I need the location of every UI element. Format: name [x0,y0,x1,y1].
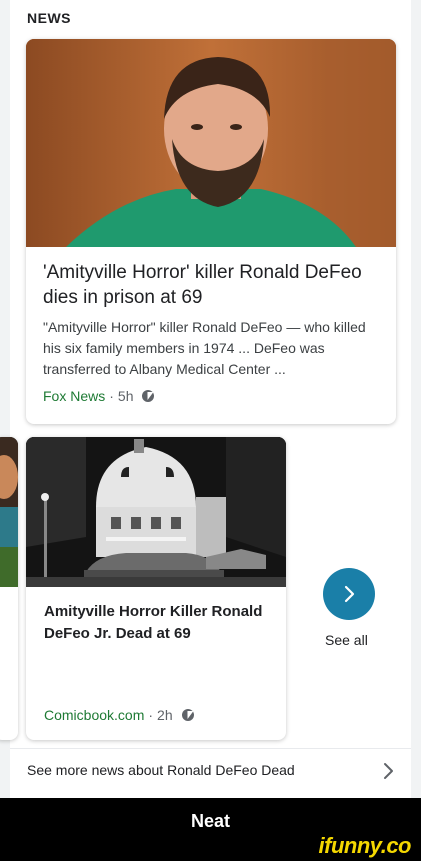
news-card-meta: Comicbook.com · 2h [44,707,194,723]
divider [10,748,411,749]
amp-icon [142,390,155,402]
see-all-label[interactable]: See all [325,632,368,648]
more-news-link[interactable]: See more news about Ronald DeFeo Dead [10,750,411,792]
news-card-previous[interactable] [0,437,18,740]
chevron-right-icon [384,763,393,779]
chevron-right-icon [344,585,355,603]
news-source: Fox News [43,388,106,404]
caption-bar: Neat ifunny.co [0,798,421,861]
amp-icon [181,709,194,721]
news-card-title[interactable]: Amityville Horror Killer Ronald DeFeo Jr… [44,601,272,645]
news-card-title[interactable]: 'Amityville Horror' killer Ronald DeFeo … [43,260,385,310]
see-all-button[interactable] [323,568,375,620]
news-card-image [26,437,286,587]
news-card-image [26,39,396,247]
news-card-meta: Fox News · 5h [43,388,155,404]
news-source: Comicbook.com [44,707,145,723]
news-time: 5h [117,388,134,404]
meta-separator: · [148,707,154,723]
news-time: 2h [157,707,173,723]
watermark-logo: ifunny.co [318,833,412,858]
news-card-image [0,437,18,587]
caption-text: Neat [190,811,230,831]
news-panel: NEWS 'Amityville Horror' killer Ronald D… [0,0,421,798]
news-card-snippet: "Amityville Horror" killer Ronald DeFeo … [43,319,366,377]
more-news-label: See more news about Ronald DeFeo Dead [27,762,295,778]
news-card-comicbook[interactable]: Amityville Horror Killer Ronald DeFeo Jr… [26,437,286,740]
news-card-fox[interactable]: 'Amityville Horror' killer Ronald DeFeo … [26,39,396,424]
section-heading: NEWS [27,10,71,26]
panel-gutter-right [411,0,421,798]
meta-separator: · [109,388,114,404]
